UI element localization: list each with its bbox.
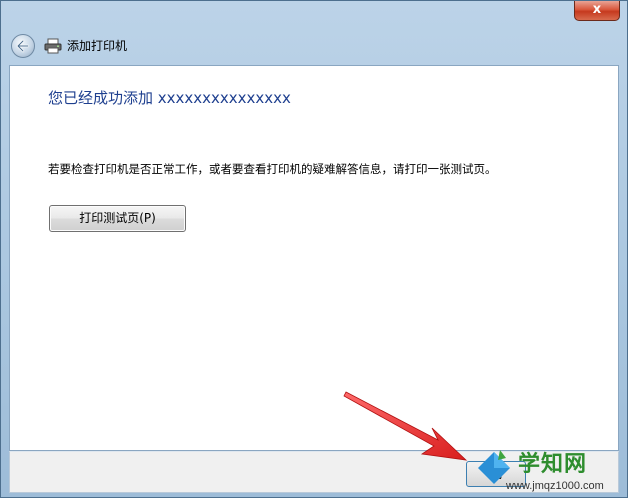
add-printer-window: x 添加打印机 您已经成功添加 xxxxxxxxxxxxxxx 若要检查打印机是…	[0, 0, 628, 498]
success-heading: 您已经成功添加 xxxxxxxxxxxxxxx	[48, 89, 291, 107]
wizard-content: 您已经成功添加 xxxxxxxxxxxxxxx 若要检查打印机是否正常工作，或者…	[9, 65, 619, 451]
watermark: 学知网 www.jmqz1000.com	[476, 446, 626, 496]
close-icon: x	[592, 2, 602, 17]
window-title: 添加打印机	[67, 39, 128, 53]
back-button[interactable]	[11, 34, 35, 58]
annotation-arrow-icon	[343, 391, 468, 461]
test-page-description: 若要检查打印机是否正常工作，或者要查看打印机的疑难解答信息，请打印一张测试页。	[48, 162, 497, 176]
title-bar: x 添加打印机	[1, 1, 627, 65]
close-button[interactable]: x	[574, 1, 620, 21]
watermark-title: 学知网	[518, 452, 588, 477]
printer-icon	[44, 38, 62, 54]
print-test-page-button[interactable]: 打印测试页(P)	[49, 205, 186, 232]
watermark-url: www.jmqz1000.com	[506, 480, 604, 492]
back-arrow-icon	[16, 39, 30, 53]
